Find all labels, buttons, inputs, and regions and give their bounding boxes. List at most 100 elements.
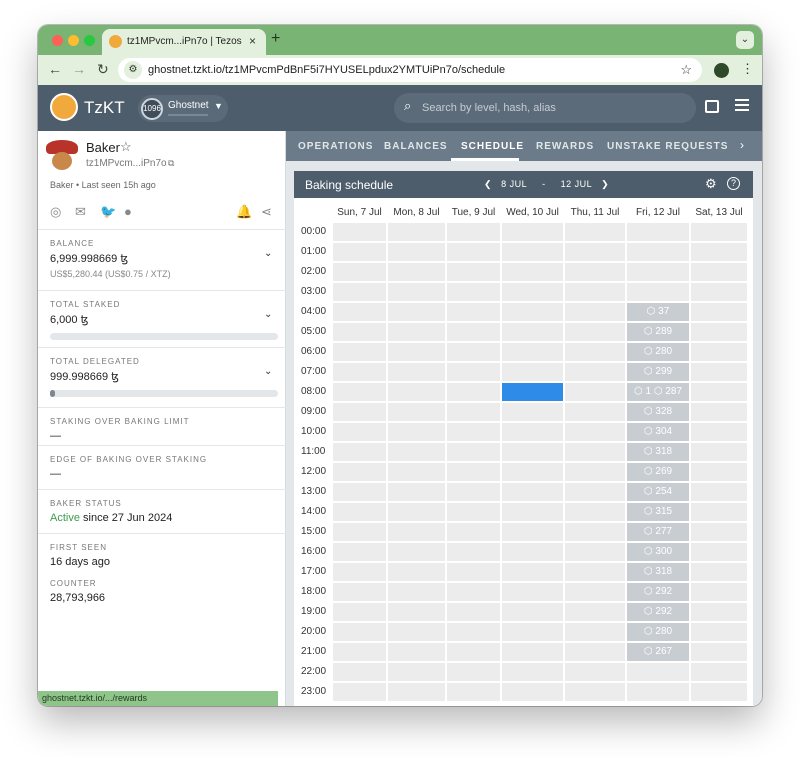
schedule-cell[interactable] [388, 563, 445, 581]
schedule-cell[interactable] [447, 483, 500, 501]
schedule-cell[interactable] [333, 383, 386, 401]
schedule-cell[interactable] [447, 543, 500, 561]
attestation-count-badge[interactable]: ⬡ 315 [627, 503, 689, 521]
tab-rewards[interactable]: REWARDS [536, 141, 594, 152]
schedule-cell[interactable] [691, 323, 747, 341]
schedule-cell[interactable] [691, 563, 747, 581]
schedule-cell[interactable] [565, 603, 625, 621]
schedule-cell[interactable] [447, 263, 500, 281]
baker-address[interactable]: tz1MPvcm...iPn7o [86, 158, 167, 169]
schedule-cell[interactable] [502, 523, 563, 541]
mail-icon[interactable]: ✉ [75, 204, 86, 220]
schedule-cell[interactable] [388, 543, 445, 561]
attestation-count-badge[interactable]: ⬡ 304 [627, 423, 689, 441]
schedule-cell[interactable] [565, 523, 625, 541]
schedule-cell[interactable] [447, 363, 500, 381]
schedule-cell[interactable] [691, 683, 747, 701]
schedule-cell[interactable] [502, 303, 563, 321]
schedule-cell[interactable] [388, 523, 445, 541]
schedule-cell[interactable] [502, 663, 563, 681]
forward-arrow-icon[interactable]: → [72, 61, 86, 77]
attestation-count-badge[interactable]: ⬡ 299 [627, 363, 689, 381]
schedule-cell[interactable] [565, 543, 625, 561]
schedule-cell[interactable] [333, 583, 386, 601]
schedule-cell[interactable] [333, 643, 386, 661]
schedule-cell[interactable] [447, 343, 500, 361]
schedule-cell[interactable] [447, 683, 500, 701]
chevron-down-icon[interactable]: ⌄ [264, 248, 272, 259]
total-delegated-section[interactable]: TOTAL DELEGATED 999.998669 ꜩ ⌄ [38, 347, 286, 407]
attestation-count-badge[interactable]: ⬡ 254 [627, 483, 689, 501]
schedule-cell[interactable] [627, 263, 689, 281]
schedule-cell[interactable] [447, 523, 500, 541]
schedule-cell[interactable] [388, 503, 445, 521]
schedule-cell[interactable] [447, 663, 500, 681]
schedule-cell[interactable] [388, 683, 445, 701]
schedule-cell[interactable] [447, 223, 500, 241]
schedule-cell[interactable] [502, 683, 563, 701]
reload-icon[interactable]: ↻ [97, 61, 109, 78]
schedule-cell[interactable] [691, 403, 747, 421]
schedule-cell[interactable] [691, 243, 747, 261]
schedule-cell[interactable] [333, 463, 386, 481]
schedule-cell[interactable] [691, 583, 747, 601]
maximize-window-button[interactable] [84, 35, 95, 46]
schedule-cell[interactable] [333, 263, 386, 281]
schedule-cell[interactable] [502, 223, 563, 241]
schedule-cell[interactable] [447, 583, 500, 601]
hamburger-menu-icon[interactable] [735, 99, 749, 114]
attestation-count-badge[interactable]: ⬡ 280 [627, 623, 689, 641]
schedule-cell[interactable] [502, 283, 563, 301]
schedule-cell[interactable] [447, 463, 500, 481]
schedule-cell[interactable] [388, 643, 445, 661]
schedule-cell[interactable] [502, 423, 563, 441]
share-icon[interactable]: ⋖ [261, 204, 272, 220]
schedule-cell[interactable] [565, 623, 625, 641]
schedule-cell[interactable] [565, 263, 625, 281]
schedule-cell[interactable] [691, 623, 747, 641]
github-icon[interactable]: ● [124, 204, 132, 219]
schedule-cell[interactable] [388, 603, 445, 621]
schedule-cell[interactable] [627, 243, 689, 261]
minimize-window-button[interactable] [68, 35, 79, 46]
schedule-cell[interactable] [502, 343, 563, 361]
tzkt-logo-icon[interactable] [50, 93, 78, 121]
schedule-cell[interactable] [627, 223, 689, 241]
attestation-count-badge[interactable]: ⬡ 277 [627, 523, 689, 541]
search-input[interactable]: ⌕ Search by level, hash, alias [394, 93, 696, 123]
schedule-cell[interactable] [691, 423, 747, 441]
brand-name[interactable]: TzKT [84, 98, 125, 118]
schedule-cell[interactable] [502, 443, 563, 461]
schedule-cell[interactable] [447, 623, 500, 641]
schedule-cell[interactable] [388, 243, 445, 261]
schedule-cell[interactable] [565, 243, 625, 261]
browser-menu-icon[interactable]: ⋮ [741, 61, 754, 77]
schedule-cell[interactable] [447, 503, 500, 521]
schedule-cell[interactable] [388, 283, 445, 301]
schedule-cell[interactable] [691, 223, 747, 241]
schedule-cell[interactable] [388, 623, 445, 641]
schedule-cell[interactable] [388, 483, 445, 501]
favorite-star-icon[interactable]: ☆ [120, 139, 132, 155]
schedule-cell[interactable] [691, 383, 747, 401]
bell-icon[interactable]: 🔔 [236, 204, 252, 220]
schedule-cell[interactable] [502, 403, 563, 421]
copy-icon[interactable]: ⧉ [168, 158, 174, 169]
schedule-cell[interactable] [333, 483, 386, 501]
schedule-cell[interactable] [388, 403, 445, 421]
schedule-cell[interactable] [388, 343, 445, 361]
chevron-right-icon[interactable]: › [740, 138, 744, 152]
schedule-cell[interactable] [388, 263, 445, 281]
schedule-cell[interactable] [691, 363, 747, 381]
bookmark-star-icon[interactable]: ☆ [680, 62, 692, 78]
attestation-count-badge[interactable]: ⬡ 267 [627, 643, 689, 661]
browser-tab[interactable]: tz1MPvcm...iPn7o | Tezos Gho × [102, 29, 266, 55]
schedule-cell[interactable] [388, 363, 445, 381]
schedule-cell[interactable] [565, 343, 625, 361]
new-tab-button[interactable]: + [271, 30, 280, 48]
schedule-cell[interactable] [388, 383, 445, 401]
schedule-cell[interactable] [565, 443, 625, 461]
twitter-icon[interactable]: 🐦 [100, 204, 116, 220]
schedule-cell[interactable] [502, 623, 563, 641]
schedule-cell[interactable] [333, 563, 386, 581]
